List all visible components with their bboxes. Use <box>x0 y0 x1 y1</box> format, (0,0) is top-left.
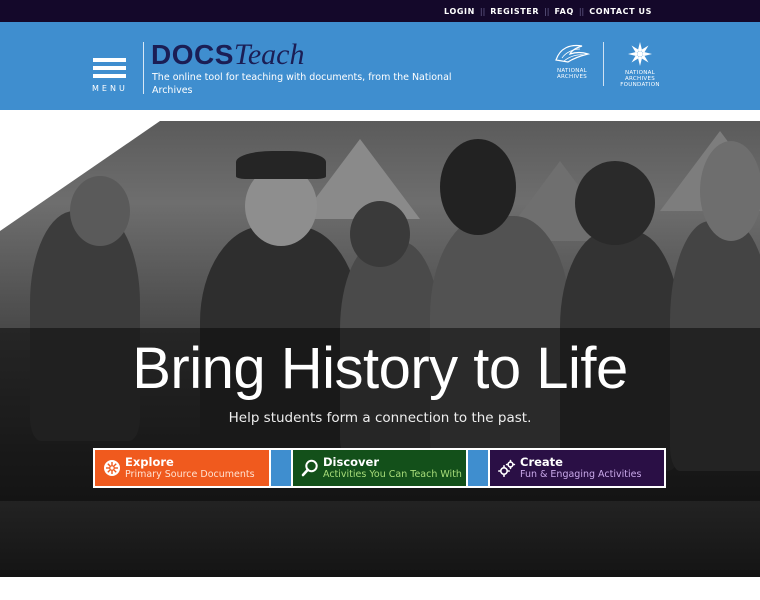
top-utility-bar: LOGIN || REGISTER || FAQ || CONTACT US <box>0 0 760 22</box>
cta-spacer <box>271 448 291 488</box>
logo-teach: Teach <box>233 38 305 71</box>
eagle-icon <box>555 44 591 63</box>
national-archives-label: NATIONAL ARCHIVES <box>556 68 588 80</box>
background-tent <box>300 139 420 219</box>
faq-link[interactable]: FAQ <box>555 7 574 16</box>
discover-title: Discover <box>323 455 380 469</box>
site-tagline: The online tool for teaching with docume… <box>152 72 452 96</box>
site-header: MENU DOCSTeach The online tool for teach… <box>0 22 760 110</box>
compass-icon <box>104 460 120 476</box>
magnifier-icon <box>301 459 318 477</box>
background-figure <box>440 139 516 235</box>
hero-subtitle: Help students form a connection to the p… <box>228 410 532 426</box>
contact-us-link[interactable]: CONTACT US <box>589 7 652 16</box>
docsteach-logo[interactable]: DOCSTeach <box>151 38 304 72</box>
create-subtitle: Fun & Engaging Activities <box>520 469 642 480</box>
national-archives-logo[interactable]: NATIONAL ARCHIVES <box>548 40 596 80</box>
create-title: Create <box>520 455 563 469</box>
login-link[interactable]: LOGIN <box>444 7 475 16</box>
nav-separator: || <box>479 6 486 16</box>
hero-corner <box>0 121 160 231</box>
explore-subtitle: Primary Source Documents <box>125 469 255 480</box>
page-bottom-strip <box>0 577 760 600</box>
national-archives-foundation-label: NATIONAL ARCHIVES FOUNDATION <box>620 70 660 88</box>
partner-divider <box>603 42 604 86</box>
background-figure <box>575 161 655 245</box>
discover-subtitle: Activities You Can Teach With <box>323 469 462 480</box>
background-figure <box>350 201 410 267</box>
explore-button[interactable]: Explore Primary Source Documents <box>93 448 271 488</box>
background-figure <box>236 151 326 179</box>
hamburger-icon <box>93 58 126 62</box>
cta-spacer <box>468 448 488 488</box>
nav-separator: || <box>544 6 550 16</box>
explore-title: Explore <box>125 455 174 469</box>
hamburger-icon <box>93 74 126 78</box>
star-burst-icon <box>628 42 652 66</box>
logo-divider <box>143 42 144 94</box>
menu-button[interactable]: MENU <box>92 58 128 98</box>
hero-gap <box>0 110 760 121</box>
hamburger-icon <box>93 66 126 70</box>
hero-title: Bring History to Life <box>132 336 628 401</box>
nav-separator: || <box>578 6 585 16</box>
hero-banner: Bring History to Life Help students form… <box>0 121 760 577</box>
logo-docs: DOCS <box>151 39 234 70</box>
menu-label: MENU <box>92 84 128 93</box>
create-button[interactable]: Create Fun & Engaging Activities <box>488 448 666 488</box>
background-figure <box>700 141 760 241</box>
register-link[interactable]: REGISTER <box>490 7 539 16</box>
top-nav: LOGIN || REGISTER || FAQ || CONTACT US <box>444 0 652 22</box>
discover-button[interactable]: Discover Activities You Can Teach With <box>291 448 468 488</box>
national-archives-foundation-logo[interactable]: NATIONAL ARCHIVES FOUNDATION <box>610 40 670 88</box>
gears-icon <box>498 459 516 477</box>
